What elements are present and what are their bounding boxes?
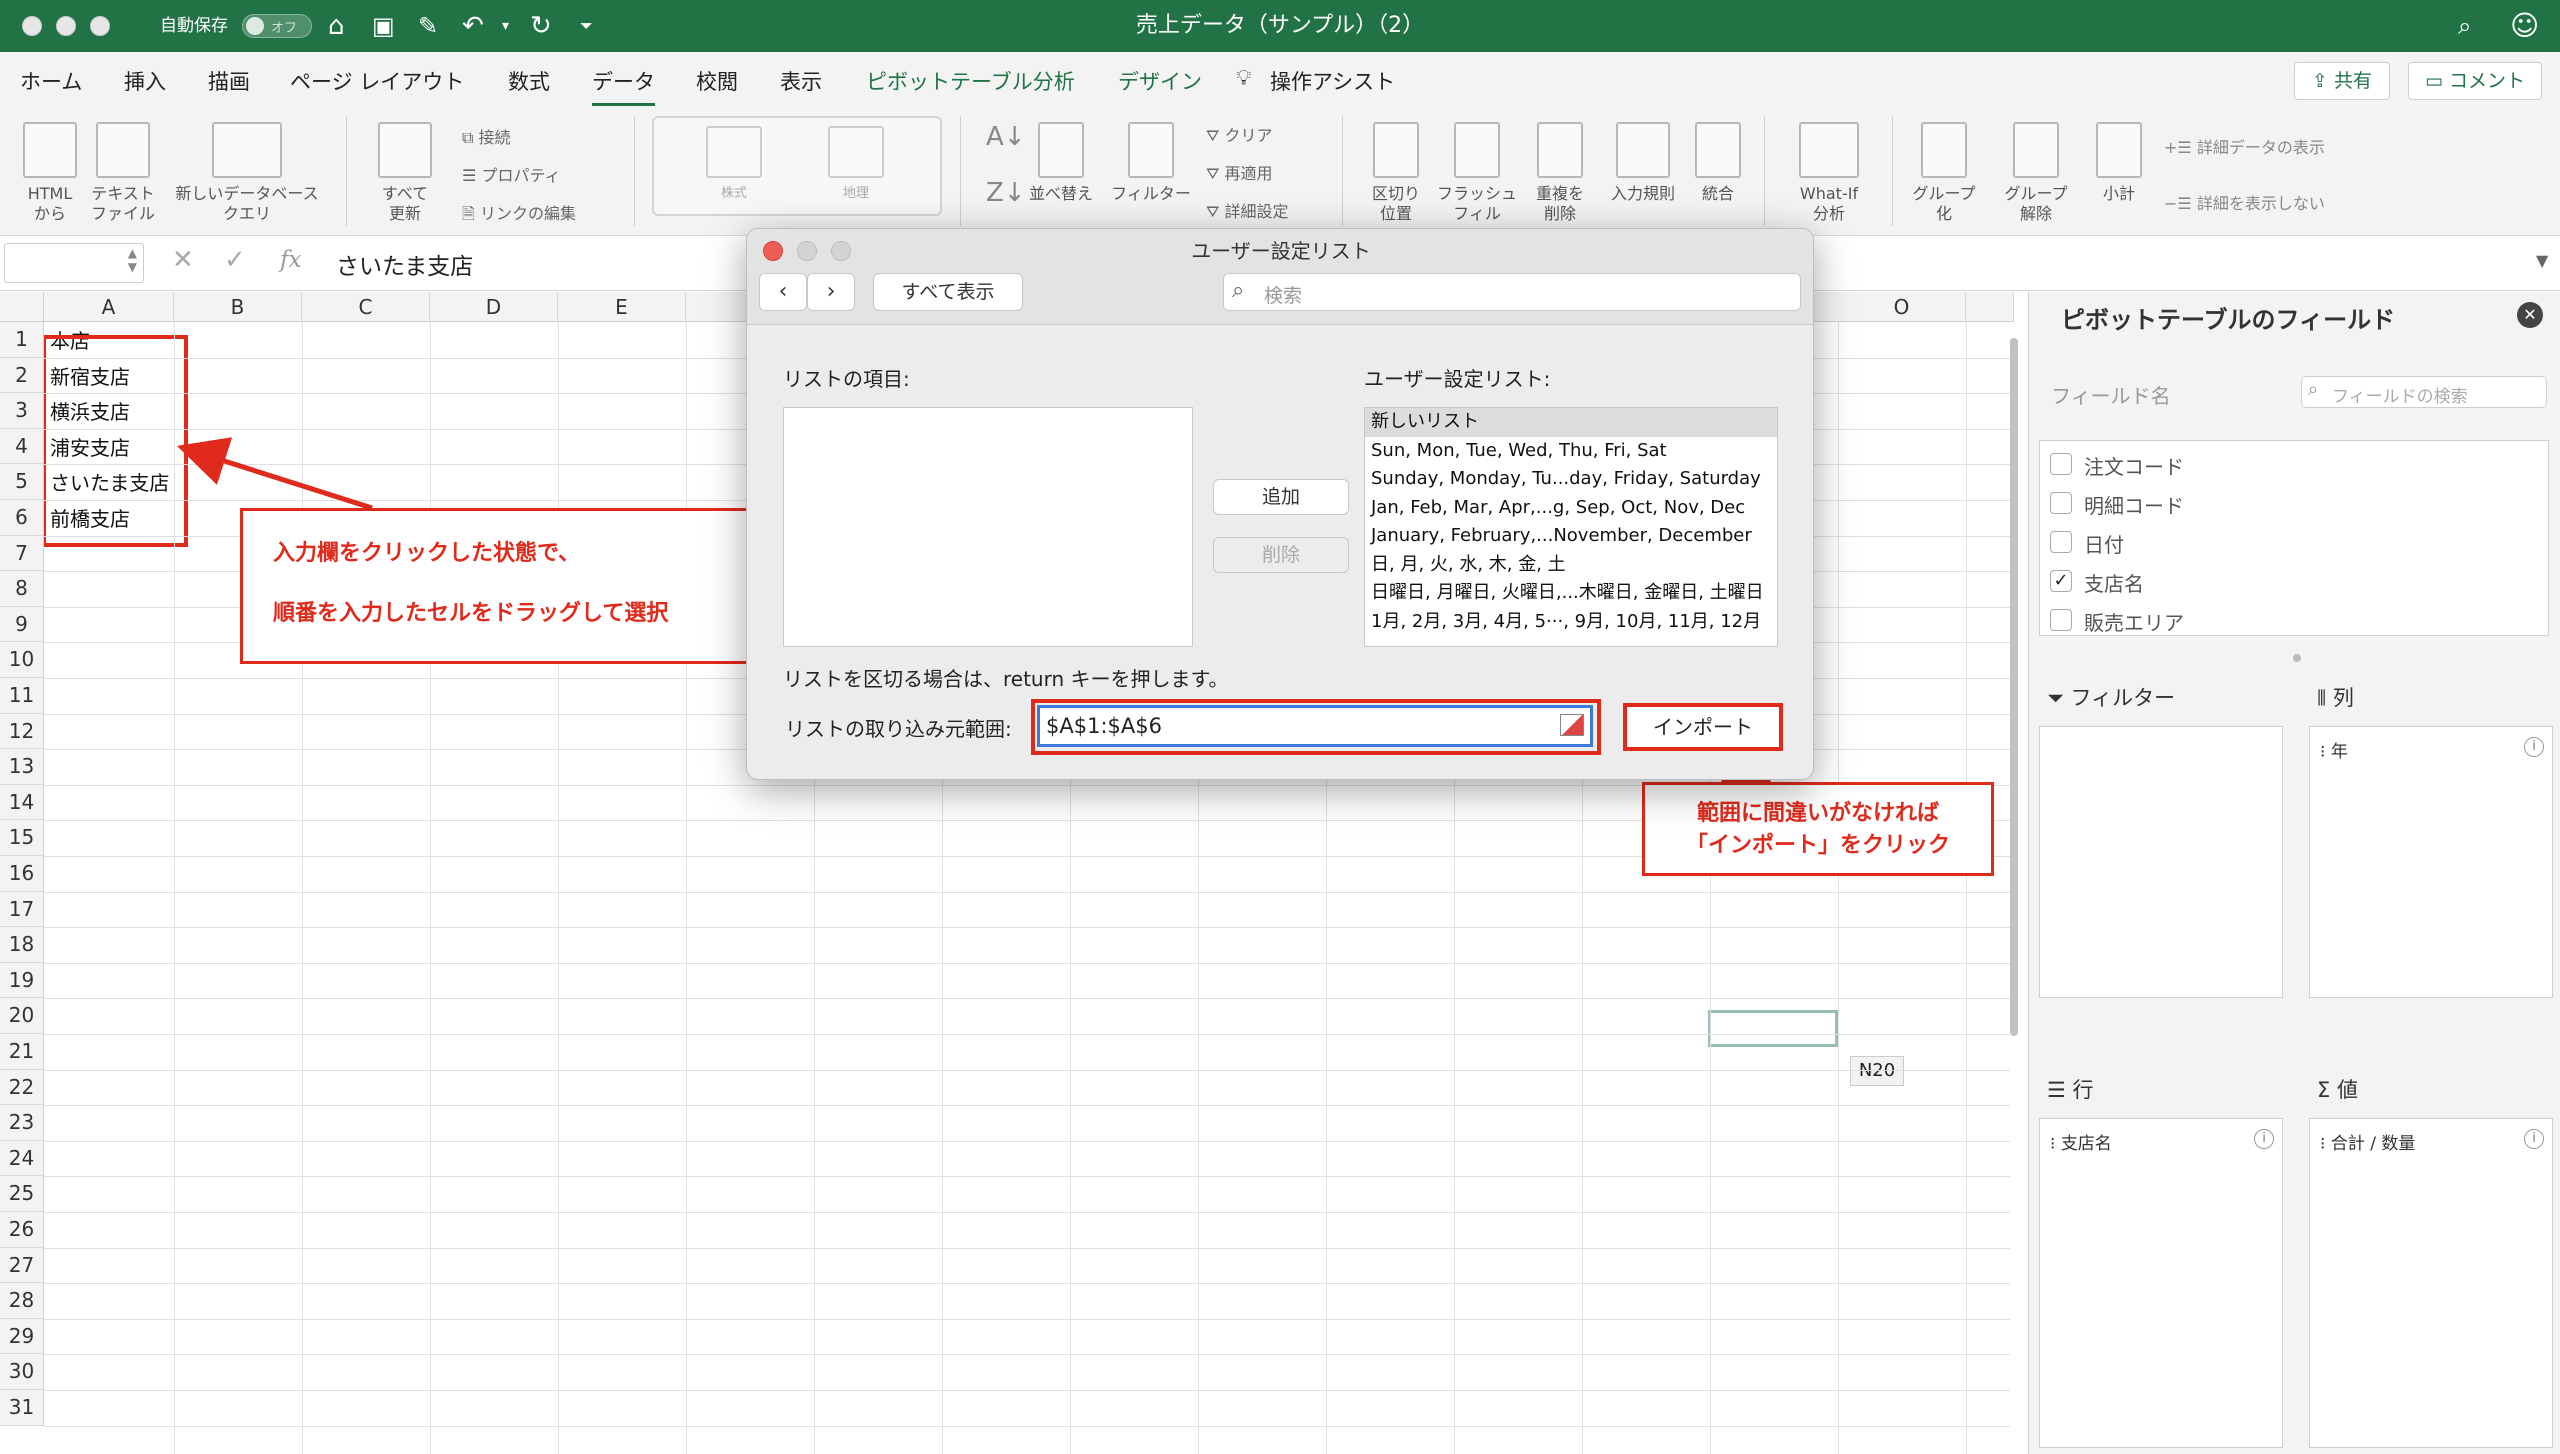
rows-drop-area[interactable]: ⁝ 支店名 i xyxy=(2039,1118,2283,1448)
values-item[interactable]: ⁝ 合計 / 数量 xyxy=(2320,1129,2415,1154)
collapse-dialog-icon[interactable] xyxy=(1560,714,1584,736)
callout-select-range: 入力欄をクリックした状態で、 順番を入力したセルをドラッグして選択 xyxy=(240,508,776,664)
pane-splitter-handle[interactable] xyxy=(2293,654,2301,662)
field-search-placeholder: フィールドの検索 xyxy=(2332,387,2468,407)
custom-lists-listbox[interactable]: 新しいリスト Sun, Mon, Tue, Wed, Thu, Fri, Sat… xyxy=(1364,407,1778,647)
field-checkbox[interactable] xyxy=(2050,492,2072,514)
columns-area-header: ⦀ 列 xyxy=(2317,682,2354,712)
columns-item[interactable]: ⁝ 年 xyxy=(2320,737,2348,762)
values-area-header: Σ 値 xyxy=(2317,1074,2358,1104)
custom-list-item[interactable]: 1月, 2月, 3月, 4月, 5···, 9月, 10月, 11月, 12月 xyxy=(1365,608,1777,637)
field-label: 注文コード xyxy=(2084,455,2184,479)
drag-handle-icon: ⁝ xyxy=(2320,742,2331,762)
list-items-textarea[interactable] xyxy=(783,407,1193,647)
callout-select-range-line1: 入力欄をクリックした状態で、 xyxy=(273,541,581,566)
funnel-icon: ⏷ xyxy=(2047,686,2071,710)
custom-list-item[interactable]: 新しいリスト xyxy=(1365,408,1777,437)
callout-click-import-line1: 範囲に間違いがなければ xyxy=(1696,801,1939,826)
import-range-label: リストの取り込み元範囲: xyxy=(785,717,1012,741)
sigma-icon: Σ xyxy=(2317,1078,2337,1102)
columns-drop-area[interactable]: ⁝ 年 i xyxy=(2309,726,2553,998)
field-label: 支店名 xyxy=(2084,572,2144,596)
custom-lists-dialog: ユーザー設定リスト ‹ › すべて表示 ⌕ 検索 リストの項目: 追加 削除 ユ… xyxy=(746,228,1814,780)
import-range-input[interactable]: $A$1:$A$6 xyxy=(1037,705,1593,747)
custom-list-item[interactable]: January, February,...November, December xyxy=(1365,522,1777,551)
columns-icon: ⦀ xyxy=(2317,686,2333,710)
custom-list-item[interactable]: 日, 月, 火, 水, 木, 金, 土 xyxy=(1365,551,1777,580)
list-items-label: リストの項目: xyxy=(783,367,910,391)
rows-icon: ☰ xyxy=(2047,1078,2073,1102)
pivot-fields-pane: ピボットテーブルのフィールド ✕ フィールド名 ⌕ フィールドの検索 注文コード… xyxy=(2028,292,2560,1454)
field-search-input[interactable]: ⌕ フィールドの検索 xyxy=(2301,376,2547,408)
filter-area-label: フィルター xyxy=(2070,686,2176,710)
custom-list-item[interactable]: 日曜日, 月曜日, 火曜日,...木曜日, 金曜日, 土曜日 xyxy=(1365,579,1777,608)
columns-area-label: 列 xyxy=(2332,686,2354,710)
separator-hint: リストを区切る場合は、return キーを押します。 xyxy=(783,667,1229,691)
import-button[interactable]: インポート xyxy=(1633,711,1773,743)
callout-click-import: 範囲に間違いがなければ 「インポート」をクリック xyxy=(1642,782,1994,876)
field-label: 販売エリア xyxy=(2084,611,2184,635)
filter-area-header: ⏷ フィルター xyxy=(2047,682,2175,712)
delete-button[interactable]: 削除 xyxy=(1213,537,1349,573)
values-drop-area[interactable]: ⁝ 合計 / 数量 i xyxy=(2309,1118,2553,1448)
dialog-search-field[interactable]: ⌕ 検索 xyxy=(1223,273,1801,311)
custom-lists-label: ユーザー設定リスト: xyxy=(1364,367,1551,391)
rows-area-header: ☰ 行 xyxy=(2047,1074,2094,1104)
info-icon[interactable]: i xyxy=(2524,737,2544,757)
info-icon[interactable]: i xyxy=(2254,1129,2274,1149)
values-area-label: 値 xyxy=(2336,1078,2358,1102)
field-name-label: フィールド名 xyxy=(2051,384,2171,408)
show-all-button[interactable]: すべて表示 xyxy=(873,273,1023,311)
field-checkbox[interactable] xyxy=(2050,531,2072,553)
dialog-title: ユーザー設定リスト xyxy=(1191,239,1371,263)
dialog-toolbar: ユーザー設定リスト ‹ › すべて表示 ⌕ 検索 xyxy=(747,229,1813,325)
search-icon: ⌕ xyxy=(1232,278,1245,303)
close-pane-icon[interactable]: ✕ xyxy=(2517,302,2543,328)
filter-drop-area[interactable] xyxy=(2039,726,2283,998)
field-checkbox-checked[interactable]: ✓ xyxy=(2050,570,2072,592)
search-icon: ⌕ xyxy=(2308,379,2319,400)
back-chevron-icon[interactable]: ‹ xyxy=(759,273,807,311)
columns-item-label: 年 xyxy=(2330,742,2348,762)
rows-item-label: 支店名 xyxy=(2060,1134,2112,1154)
field-label: 明細コード xyxy=(2084,494,2184,518)
field-checkbox[interactable] xyxy=(2050,609,2072,631)
dialog-search-placeholder: 検索 xyxy=(1264,285,1303,307)
custom-list-item[interactable]: Sunday, Monday, Tu...day, Friday, Saturd… xyxy=(1365,465,1777,494)
arrow-to-source-range xyxy=(176,437,373,511)
callout-select-range-line2: 順番を入力したセルをドラッグして選択 xyxy=(273,601,669,626)
drag-handle-icon: ⁝ xyxy=(2050,1134,2061,1154)
forward-chevron-icon[interactable]: › xyxy=(807,273,855,311)
drag-handle-icon: ⁝ xyxy=(2320,1134,2331,1154)
rows-area-label: 行 xyxy=(2072,1078,2094,1102)
callout-click-import-line2: 「インポート」をクリック xyxy=(1685,833,1950,858)
field-checkbox[interactable] xyxy=(2050,453,2072,475)
info-icon[interactable]: i xyxy=(2524,1129,2544,1149)
rows-item[interactable]: ⁝ 支店名 xyxy=(2050,1129,2112,1154)
custom-list-item[interactable]: Sun, Mon, Tue, Wed, Thu, Fri, Sat xyxy=(1365,437,1777,466)
custom-list-item[interactable]: Jan, Feb, Mar, Apr,...g, Sep, Oct, Nov, … xyxy=(1365,494,1777,523)
field-list: 注文コード 明細コード 日付 ✓ 支店名 販売エリア xyxy=(2039,440,2549,636)
field-label: 日付 xyxy=(2084,533,2124,557)
values-item-label: 合計 / 数量 xyxy=(2330,1134,2416,1154)
pivot-pane-title: ピボットテーブルのフィールド xyxy=(2061,306,2396,334)
import-range-value: $A$1:$A$6 xyxy=(1046,714,1162,738)
add-button[interactable]: 追加 xyxy=(1213,479,1349,515)
